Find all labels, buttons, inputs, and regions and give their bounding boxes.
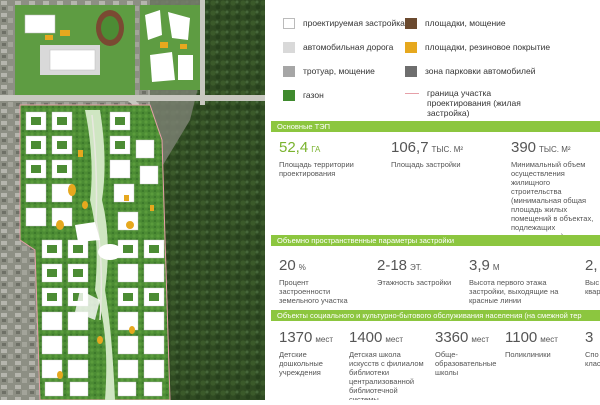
legend-label: автомобильная дорога [303, 42, 394, 52]
stat-value: 390 ТЫС. М² [511, 139, 571, 156]
stat-description: Детские дошкольные учреждения [279, 350, 323, 377]
stat-value: 52,4 ГА [279, 139, 321, 156]
site-plan-map [0, 0, 265, 401]
social-stat-2: 3360 мест Обще-образовательные школы [435, 329, 497, 378]
legend-label: газон [303, 90, 324, 100]
volume-stat-3: 2, Выс кварт [585, 257, 600, 297]
stat-description: Обще-образовательные школы [435, 350, 497, 377]
stat-value: 106,7 ТЫС. М² [391, 139, 464, 156]
stat-description: Поликлиники [505, 350, 551, 359]
social-stat-0: 1370 мест Детские дошкольные учреждения [279, 329, 341, 378]
legend-item: площадки, резиновое покрытие [405, 42, 550, 53]
stat-value: 20% [279, 257, 306, 274]
main-stat-1: 106,7 ТЫС. М² Площадь застройки [391, 139, 496, 170]
legend-item: зона парковки автомобилей [405, 66, 535, 77]
legend-label: проектируемая застройка [303, 18, 405, 28]
stat-unit: ТЫС. М² [539, 145, 571, 154]
stat-value: 1400 мест [349, 329, 403, 346]
stat-description: Площадь территории проектирования [279, 160, 354, 178]
legend-item: граница участка проектирования (жилая за… [405, 88, 555, 118]
stat-unit: мест [471, 335, 489, 344]
boundary-line [405, 93, 419, 94]
paved-area-swatch [405, 18, 417, 29]
pond [98, 244, 122, 260]
volume-stat-0: 20% Процент застроенности земельного учас… [279, 257, 359, 306]
stat-unit: % [298, 263, 306, 272]
legend-label: площадки, резиновое покрытие [425, 42, 551, 52]
stat-value: 1100 мест [505, 329, 558, 346]
stat-description: Спо клас [585, 350, 600, 368]
stat-value: 3 [585, 329, 594, 346]
legend-item: площадки, мощение [405, 18, 506, 29]
stat-description: Детская школа искусств с филиалом библио… [349, 350, 424, 400]
social-stat-3: 1100 мест Поликлиники [505, 329, 575, 360]
legend-label: тротуар, мощение [303, 66, 375, 76]
legend-item: газон [283, 90, 324, 101]
volume-stat-1: 2-18 ЭТ. Этажность застройки [377, 257, 452, 288]
sidewalk-swatch [283, 66, 295, 77]
lawn-swatch [283, 90, 295, 101]
social-stat-1: 1400 мест Детская школа искусств с филиало… [349, 329, 427, 401]
stat-description: Выс кварт [585, 278, 600, 296]
volume-stat-2: 3,9 М Высота первого этажа застройки, выхо… [469, 257, 569, 306]
stat-description: Процент застроенности земельного участка [279, 278, 348, 305]
stat-unit: ТЫС. М² [431, 145, 464, 154]
stat-unit: мест [315, 335, 333, 344]
main-stat-2: 390 ТЫС. М² Минимальный объем осуществлени… [511, 139, 596, 242]
stat-value: 1370 мест [279, 329, 333, 346]
stat-unit: М [492, 263, 500, 272]
legend-item: проектируемая застройка [283, 18, 405, 29]
section-volume-params: Объемно пространственные параметры застр… [271, 235, 600, 246]
stat-description: Этажность застройки [377, 278, 452, 287]
stat-unit: мест [540, 335, 558, 344]
section-main-tep: Основные ТЭП [271, 121, 600, 132]
stat-value: 3,9 М [469, 257, 500, 274]
section-social-objects: Объекты социального и культурно-бытового… [271, 310, 600, 321]
stat-unit: мест [385, 335, 403, 344]
stat-unit: ГА [311, 145, 321, 154]
stat-value: 3360 мест [435, 329, 489, 346]
stat-value: 2-18 ЭТ. [377, 257, 423, 274]
stat-description: Площадь застройки [391, 160, 461, 169]
legend-item: тротуар, мощение [283, 66, 375, 77]
legend-item: автомобильная дорога [283, 42, 393, 53]
new-buildings-swatch [283, 18, 295, 29]
legend-label: площадки, мощение [425, 18, 506, 28]
stat-description: Минимальный объем осуществления жилищног… [511, 160, 594, 241]
legend-label: граница участка проектирования (жилая за… [427, 88, 521, 118]
road-swatch [283, 42, 295, 53]
rubber-area-swatch [405, 42, 417, 53]
parking-swatch [405, 66, 417, 77]
social-stat-4: 3 Спо клас [585, 329, 600, 369]
main-stat-0: 52,4 ГА Площадь территории проектирования [279, 139, 374, 179]
stat-value: 2, [585, 257, 598, 274]
info-panel: проектируемая застройка автомобильная дор… [265, 0, 600, 400]
stat-description: Высота первого этажа застройки, выходящи… [469, 278, 559, 305]
legend-label: зона парковки автомобилей [425, 66, 536, 76]
stat-unit: ЭТ. [410, 263, 423, 272]
